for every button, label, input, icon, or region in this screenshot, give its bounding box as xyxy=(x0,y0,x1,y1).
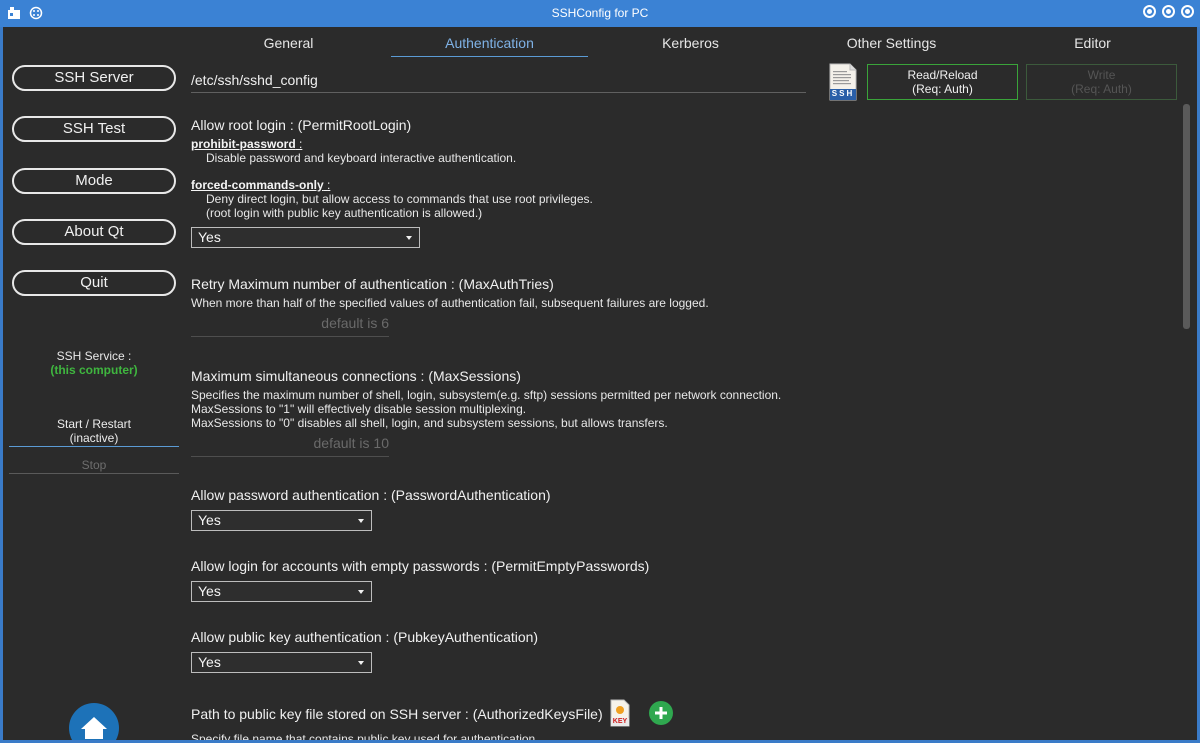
password-auth-value: Yes xyxy=(198,512,221,528)
add-key-file-button[interactable] xyxy=(649,701,673,725)
write-button[interactable]: Write (Req: Auth) xyxy=(1026,64,1177,100)
tab-general[interactable]: General xyxy=(188,27,389,57)
tab-bar: General Authentication Kerberos Other Se… xyxy=(188,27,1193,57)
read-reload-label: Read/Reload xyxy=(907,68,978,82)
tab-editor[interactable]: Editor xyxy=(992,27,1193,57)
ssh-server-button[interactable]: SSH Server xyxy=(12,65,176,91)
ssh-test-button[interactable]: SSH Test xyxy=(12,116,176,142)
home-icon xyxy=(81,717,107,739)
main-window: General Authentication Kerberos Other Se… xyxy=(3,27,1197,740)
maximize-icon[interactable] xyxy=(1162,5,1175,18)
chevron-down-icon xyxy=(358,661,364,665)
forced-commands-note: (root login with public key authenticati… xyxy=(206,206,483,220)
password-auth-select[interactable]: Yes xyxy=(191,510,372,531)
forced-commands-desc: Deny direct login, but allow access to c… xyxy=(206,192,593,206)
max-sessions-title: Maximum simultaneous connections : (MaxS… xyxy=(191,368,521,384)
home-button[interactable] xyxy=(69,703,119,740)
tab-authentication[interactable]: Authentication xyxy=(389,27,590,57)
max-sessions-desc-2: MaxSessions to "1" will effectively disa… xyxy=(191,402,527,416)
ssh-icon-text: SSH xyxy=(831,89,855,98)
write-label: Write xyxy=(1087,68,1116,82)
max-auth-tries-title: Retry Maximum number of authentication :… xyxy=(191,276,554,292)
stop-button[interactable]: Stop xyxy=(9,458,179,474)
max-sessions-desc-3: MaxSessions to "0" disables all shell, l… xyxy=(191,416,668,430)
title-bar: SSHConfig for PC xyxy=(0,0,1200,27)
pubkey-auth-value: Yes xyxy=(198,654,221,670)
scroll-thumb[interactable] xyxy=(1183,104,1190,329)
window-title: SSHConfig for PC xyxy=(551,6,649,20)
key-file-icon[interactable]: KEY xyxy=(610,699,630,727)
forced-commands-label: forced-commands-only xyxy=(191,178,324,192)
ssh-service-target: (this computer) xyxy=(50,363,138,377)
max-auth-tries-input[interactable]: default is 6 xyxy=(191,315,389,337)
settings-scroll-area: Allow root login : (PermitRootLogin) pro… xyxy=(191,115,1171,740)
quit-button[interactable]: Quit xyxy=(12,270,176,296)
close-icon[interactable] xyxy=(1181,5,1194,18)
chevron-down-icon xyxy=(406,236,412,240)
authorized-keys-title: Path to public key file stored on SSH se… xyxy=(191,706,603,722)
option-forced-commands-only: forced-commands-only : xyxy=(191,178,331,192)
prohibit-password-desc: Disable password and keyboard interactiv… xyxy=(206,151,517,165)
chevron-down-icon xyxy=(358,590,364,594)
permit-root-value: Yes xyxy=(198,229,221,245)
empty-passwords-value: Yes xyxy=(198,583,221,599)
max-sessions-input[interactable]: default is 10 xyxy=(191,435,389,457)
ssh-config-file-icon[interactable]: SSH xyxy=(829,63,857,101)
mode-button[interactable]: Mode xyxy=(12,168,176,194)
option-prohibit-password: prohibit-password : xyxy=(191,137,303,151)
service-state: (inactive) xyxy=(69,431,119,445)
pubkey-auth-title: Allow public key authentication : (Pubke… xyxy=(191,629,539,645)
plus-icon xyxy=(655,707,667,719)
permit-root-title: Allow root login : (PermitRootLogin) xyxy=(191,117,412,133)
sidebar: SSH Server SSH Test Mode About Qt Quit S… xyxy=(3,57,185,740)
vertical-scrollbar[interactable] xyxy=(1181,102,1191,740)
ssh-service-label: SSH Service : xyxy=(56,349,132,363)
empty-passwords-title: Allow login for accounts with empty pass… xyxy=(191,558,650,574)
write-sublabel: (Req: Auth) xyxy=(1071,82,1132,96)
max-auth-tries-desc: When more than half of the specified val… xyxy=(191,296,709,310)
start-restart-label: Start / Restart xyxy=(56,417,132,431)
tab-other-settings[interactable]: Other Settings xyxy=(791,27,992,57)
key-icon-text: KEY xyxy=(612,718,628,725)
minimize-icon[interactable] xyxy=(1143,5,1156,18)
main-panel: /etc/ssh/sshd_config SSH Read/Reload (Re… xyxy=(191,57,1197,740)
max-sessions-desc-1: Specifies the maximum number of shell, l… xyxy=(191,388,782,402)
chevron-down-icon xyxy=(358,519,364,523)
tab-kerberos[interactable]: Kerberos xyxy=(590,27,791,57)
read-reload-button[interactable]: Read/Reload (Req: Auth) xyxy=(867,64,1018,100)
prohibit-password-label: prohibit-password xyxy=(191,137,296,151)
read-reload-sublabel: (Req: Auth) xyxy=(912,82,973,96)
about-qt-button[interactable]: About Qt xyxy=(12,219,176,245)
pubkey-auth-select[interactable]: Yes xyxy=(191,652,372,673)
permit-root-select[interactable]: Yes xyxy=(191,227,420,248)
empty-passwords-select[interactable]: Yes xyxy=(191,581,372,602)
config-path-field[interactable]: /etc/ssh/sshd_config xyxy=(191,69,806,93)
password-auth-title: Allow password authentication : (Passwor… xyxy=(191,487,551,503)
start-restart-button[interactable]: Start / Restart (inactive) xyxy=(9,417,179,447)
authorized-keys-desc: Specify file name that contains public k… xyxy=(191,732,539,740)
